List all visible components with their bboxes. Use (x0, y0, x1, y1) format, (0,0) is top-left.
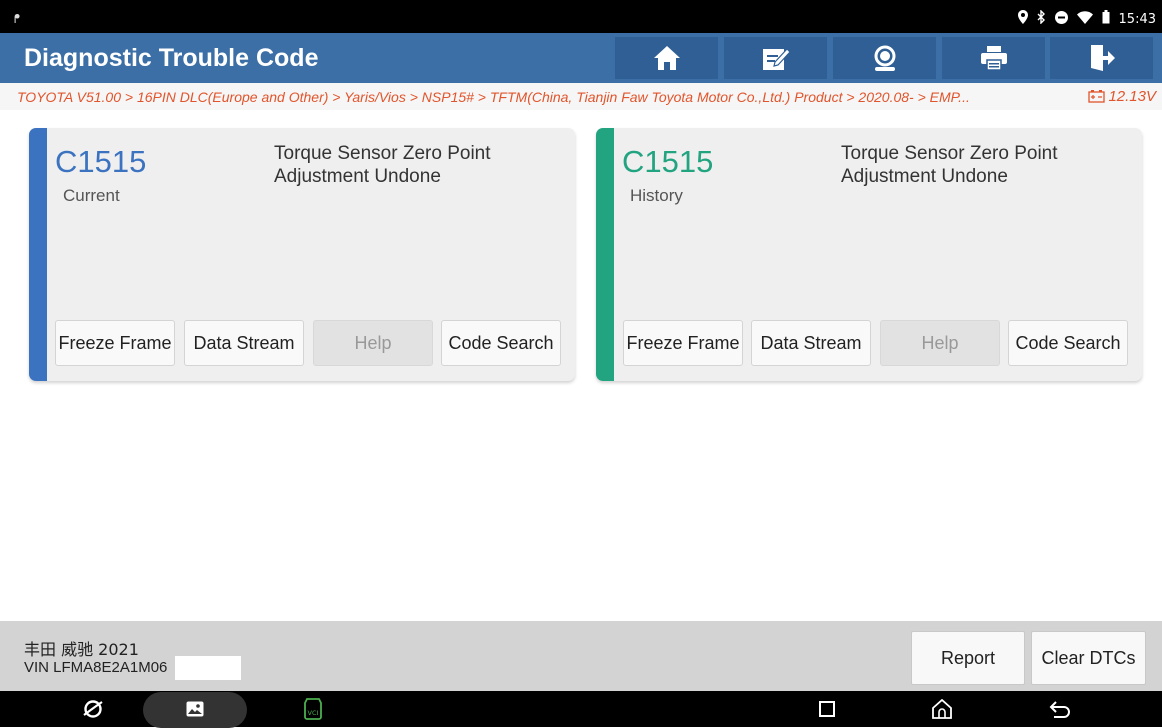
data-stream-button[interactable]: Data Stream (184, 320, 304, 366)
vci-icon: VCI (304, 698, 322, 720)
dtc-description: Torque Sensor Zero Point Adjustment Undo… (841, 143, 1058, 187)
home-button[interactable] (615, 37, 718, 79)
voltage-indicator: 12.13V (1088, 88, 1156, 105)
breadcrumb-path: TOYOTA V51.00 > 16PIN DLC(Europe and Oth… (17, 89, 970, 105)
browser-button[interactable] (78, 691, 108, 727)
dtc-description: Torque Sensor Zero Point Adjustment Undo… (274, 143, 491, 187)
data-stream-button[interactable]: Data Stream (751, 320, 871, 366)
card-accent-bar (596, 128, 614, 381)
freeze-frame-button[interactable]: Freeze Frame (623, 320, 743, 366)
card-accent-bar (29, 128, 47, 381)
support-icon (874, 45, 895, 71)
clear-dtcs-button[interactable]: Clear DTCs (1031, 631, 1146, 685)
system-nav-bar: VCI (0, 691, 1162, 728)
usb-icon: ᖰ (14, 12, 21, 26)
battery-icon (1102, 10, 1110, 28)
help-button[interactable]: Help (880, 320, 1000, 366)
dtc-card-history: C1515 History Torque Sensor Zero Point A… (596, 128, 1142, 381)
help-button[interactable]: Help (313, 320, 433, 366)
dtc-card-current: C1515 Current Torque Sensor Zero Point A… (29, 128, 575, 381)
exit-button[interactable] (1050, 37, 1153, 79)
vci-button[interactable]: VCI (298, 691, 328, 727)
vin-number: VIN LFMA8E2A1M06 (24, 659, 168, 676)
dtc-code: C1515 (55, 144, 147, 179)
status-bar: ᖰ 15:43 (0, 0, 1162, 33)
breadcrumb: TOYOTA V51.00 > 16PIN DLC(Europe and Oth… (0, 83, 1162, 110)
print-button[interactable] (942, 37, 1045, 79)
page-title: Diagnostic Trouble Code (24, 44, 319, 72)
dnd-icon (1054, 10, 1068, 28)
back-icon (1049, 701, 1070, 718)
vin-redaction (175, 656, 241, 680)
gallery-button[interactable] (180, 691, 210, 727)
support-button[interactable] (833, 37, 936, 79)
battery-voltage-icon (1088, 90, 1106, 103)
freeze-frame-button[interactable]: Freeze Frame (55, 320, 175, 366)
back-button[interactable] (1047, 691, 1073, 727)
vehicle-name: 丰田 威驰 2021 (24, 640, 139, 659)
vehicle-footer: 丰田 威驰 2021 VIN LFMA8E2A1M06 Report Clear… (0, 621, 1162, 691)
edit-button[interactable] (724, 37, 827, 79)
voltage-value: 12.13V (1108, 88, 1156, 105)
wifi-icon (1076, 10, 1093, 28)
code-search-button[interactable]: Code Search (1008, 320, 1128, 366)
dtc-status: Current (63, 186, 120, 205)
status-icons: 15:43 (1017, 9, 1156, 28)
edit-icon (762, 48, 791, 70)
recents-button[interactable] (814, 691, 840, 727)
browser-icon (83, 700, 103, 718)
code-search-button[interactable]: Code Search (441, 320, 561, 366)
dtc-status: History (630, 186, 683, 205)
exit-icon (1090, 45, 1115, 71)
print-icon (980, 46, 1007, 71)
recents-icon (819, 701, 835, 717)
nav-home-button[interactable] (929, 691, 955, 727)
bluetooth-icon (1037, 9, 1046, 28)
location-icon (1017, 10, 1028, 28)
clock: 15:43 (1118, 11, 1156, 27)
gallery-icon (186, 701, 204, 717)
vci-label: VCI (308, 709, 319, 717)
home-icon (653, 46, 680, 70)
report-button[interactable]: Report (911, 631, 1025, 685)
app-header: Diagnostic Trouble Code (0, 33, 1162, 83)
home-icon (932, 699, 952, 719)
dtc-code: C1515 (622, 144, 714, 179)
